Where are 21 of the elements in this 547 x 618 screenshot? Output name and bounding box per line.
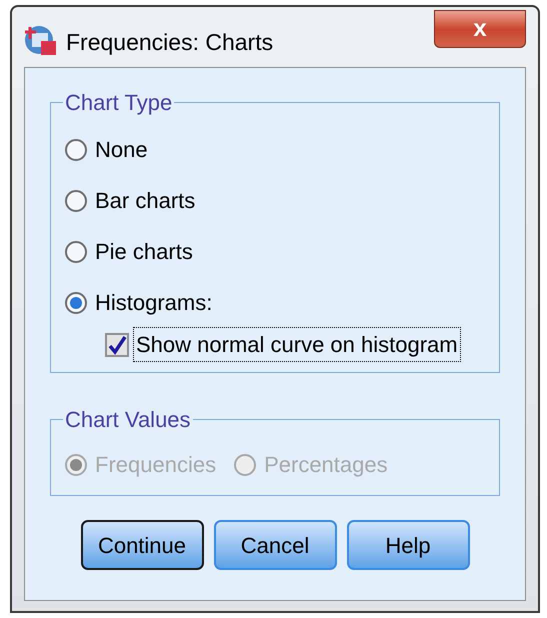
radio-button[interactable] bbox=[65, 292, 87, 314]
app-icon bbox=[24, 23, 58, 57]
radio-label: Histograms: bbox=[95, 289, 212, 317]
radio-label: None bbox=[95, 136, 148, 164]
checkbox-label: Show normal curve on histogram bbox=[133, 327, 461, 362]
dialog-button[interactable]: Cancel bbox=[214, 520, 336, 570]
group-title: Chart Type bbox=[64, 89, 174, 117]
checkbox[interactable] bbox=[105, 332, 129, 356]
radio-label: Bar charts bbox=[95, 187, 196, 215]
close-button[interactable]: x bbox=[434, 10, 526, 48]
checkmark-icon bbox=[107, 334, 127, 354]
window-title: Frequencies: Charts bbox=[66, 28, 274, 57]
radio-label: Frequencies bbox=[95, 451, 216, 479]
radio-label: Percentages bbox=[264, 451, 388, 479]
radio-button[interactable] bbox=[65, 138, 87, 160]
radio-button[interactable] bbox=[65, 240, 87, 262]
radio-label: Pie charts bbox=[95, 238, 193, 266]
dialog-button[interactable]: Help bbox=[346, 520, 470, 570]
radio-button[interactable] bbox=[65, 190, 87, 212]
dialog-button[interactable]: Continue bbox=[80, 520, 204, 570]
group-title: Chart Values bbox=[64, 406, 192, 434]
